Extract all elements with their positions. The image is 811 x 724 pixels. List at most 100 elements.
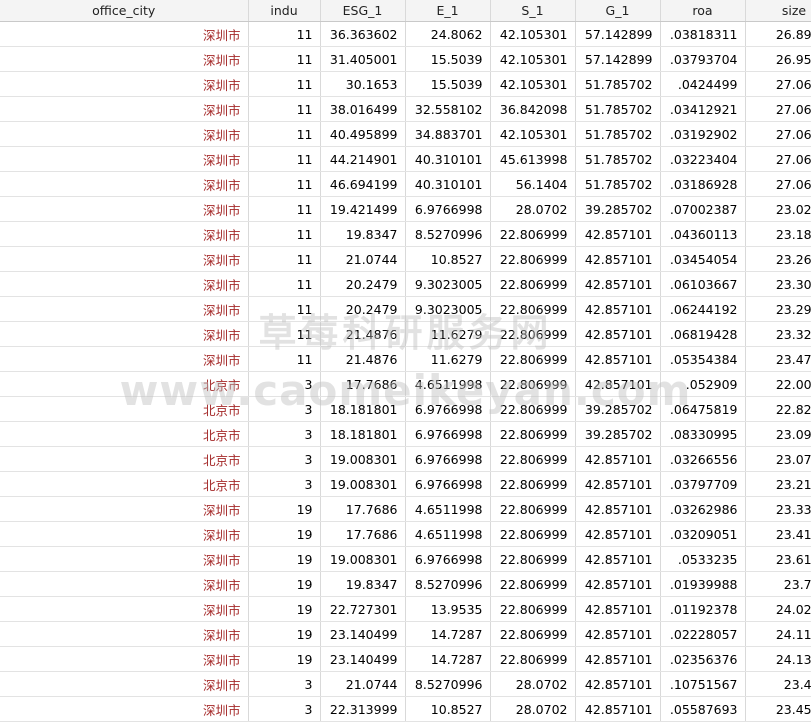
column-header-e-1[interactable]: E_1	[405, 0, 491, 22]
table-cell-e-1[interactable]: 6.9766998	[405, 546, 491, 572]
table-cell-size[interactable]: 23.02266	[745, 196, 811, 222]
table-cell-e-1[interactable]: 15.5039	[405, 46, 491, 72]
table-row[interactable]: 北京市 3 19.008301 6.9766998 22.806999 42.857101…	[0, 471, 811, 497]
table-cell-office-city[interactable]: 深圳市	[0, 121, 249, 147]
table-cell-s-1[interactable]: 28.0702	[490, 671, 576, 697]
table-cell-office-city[interactable]: 北京市	[0, 371, 249, 397]
table-cell-g-1[interactable]: 39.285702	[575, 396, 661, 422]
table-cell-office-city[interactable]: 深圳市	[0, 321, 249, 347]
table-cell-office-city[interactable]: 深圳市	[0, 521, 249, 547]
table-cell-e-1[interactable]: 10.8527	[405, 246, 491, 272]
table-cell-g-1[interactable]: 42.857101	[575, 621, 661, 647]
table-row[interactable]: 北京市 3 19.008301 6.9766998 22.806999 42.857101…	[0, 446, 811, 472]
table-cell-office-city[interactable]: 深圳市	[0, 646, 249, 672]
table-cell-esg-1[interactable]: 36.363602	[320, 21, 406, 47]
table-cell-indu[interactable]: 19	[248, 621, 321, 647]
table-cell-size[interactable]: 23.45009	[745, 696, 811, 722]
table-cell-e-1[interactable]: 9.3023005	[405, 296, 491, 322]
table-row[interactable]: 深圳市 19 23.140499 14.7287 22.806999 42.857101.…	[0, 646, 811, 672]
table-cell-roa[interactable]: .05354384	[660, 346, 746, 372]
table-row[interactable]: 深圳市 11 21.0744 10.8527 22.806999 42.857101.03…	[0, 246, 811, 272]
table-cell-office-city[interactable]: 深圳市	[0, 21, 249, 47]
table-cell-esg-1[interactable]: 19.8347	[320, 221, 406, 247]
table-cell-size[interactable]: 26.89539	[745, 21, 811, 47]
table-cell-g-1[interactable]: 42.857101	[575, 346, 661, 372]
table-cell-indu[interactable]: 19	[248, 646, 321, 672]
table-cell-office-city[interactable]: 深圳市	[0, 546, 249, 572]
table-cell-g-1[interactable]: 42.857101	[575, 271, 661, 297]
table-cell-roa[interactable]: .03266556	[660, 446, 746, 472]
table-cell-roa[interactable]: .03192902	[660, 121, 746, 147]
table-cell-g-1[interactable]: 57.142899	[575, 46, 661, 72]
table-cell-e-1[interactable]: 6.9766998	[405, 196, 491, 222]
table-cell-size[interactable]: 23.26514	[745, 246, 811, 272]
table-cell-e-1[interactable]: 24.8062	[405, 21, 491, 47]
table-cell-office-city[interactable]: 深圳市	[0, 696, 249, 722]
table-cell-g-1[interactable]: 51.785702	[575, 146, 661, 172]
table-cell-size[interactable]: 27.06384	[745, 121, 811, 147]
table-row[interactable]: 深圳市 11 21.4876 11.6279 22.806999 42.857101.06…	[0, 321, 811, 347]
table-cell-esg-1[interactable]: 19.008301	[320, 471, 406, 497]
table-cell-office-city[interactable]: 北京市	[0, 396, 249, 422]
table-cell-g-1[interactable]: 42.857101	[575, 246, 661, 272]
table-row[interactable]: 北京市 3 18.181801 6.9766998 22.806999 39.285702…	[0, 421, 811, 447]
table-cell-roa[interactable]: .052909	[660, 371, 746, 397]
table-row[interactable]: 深圳市 11 20.2479 9.3023005 22.806999 42.857101.…	[0, 296, 811, 322]
table-cell-office-city[interactable]: 北京市	[0, 421, 249, 447]
table-cell-size[interactable]: 22.00123	[745, 371, 811, 397]
table-cell-roa[interactable]: .03223404	[660, 146, 746, 172]
table-cell-g-1[interactable]: 42.857101	[575, 471, 661, 497]
table-cell-office-city[interactable]: 深圳市	[0, 196, 249, 222]
table-cell-roa[interactable]: .06244192	[660, 296, 746, 322]
table-cell-roa[interactable]: .10751567	[660, 671, 746, 697]
table-cell-roa[interactable]: .03793704	[660, 46, 746, 72]
table-row[interactable]: 深圳市 19 17.7686 4.6511998 22.806999 42.857101.…	[0, 496, 811, 522]
table-cell-e-1[interactable]: 40.310101	[405, 171, 491, 197]
table-row[interactable]: 深圳市 19 19.8347 8.5270996 22.806999 42.857101.…	[0, 571, 811, 597]
table-cell-office-city[interactable]: 深圳市	[0, 596, 249, 622]
table-cell-e-1[interactable]: 8.5270996	[405, 671, 491, 697]
table-cell-e-1[interactable]: 6.9766998	[405, 421, 491, 447]
table-cell-office-city[interactable]: 深圳市	[0, 146, 249, 172]
table-cell-indu[interactable]: 11	[248, 46, 321, 72]
table-cell-size[interactable]: 23.21187	[745, 471, 811, 497]
table-cell-office-city[interactable]: 深圳市	[0, 671, 249, 697]
table-cell-size[interactable]: 23.09148	[745, 421, 811, 447]
table-cell-size[interactable]: 23.47980	[745, 346, 811, 372]
table-cell-e-1[interactable]: 8.5270996	[405, 571, 491, 597]
table-cell-indu[interactable]: 3	[248, 446, 321, 472]
table-cell-e-1[interactable]: 4.6511998	[405, 521, 491, 547]
table-cell-s-1[interactable]: 22.806999	[490, 546, 576, 572]
table-cell-indu[interactable]: 11	[248, 221, 321, 247]
table-cell-e-1[interactable]: 11.6279	[405, 346, 491, 372]
table-cell-indu[interactable]: 11	[248, 246, 321, 272]
table-cell-roa[interactable]: .04360113	[660, 221, 746, 247]
table-cell-e-1[interactable]: 4.6511998	[405, 496, 491, 522]
table-cell-esg-1[interactable]: 21.0744	[320, 246, 406, 272]
table-cell-indu[interactable]: 19	[248, 571, 321, 597]
table-row[interactable]: 深圳市 3 22.313999 10.8527 28.0702 42.857101.055…	[0, 696, 811, 722]
table-cell-roa[interactable]: .02356376	[660, 646, 746, 672]
table-cell-size[interactable]: 23.29892	[745, 296, 811, 322]
data-grid[interactable]: office_city indu ESG_1 E_1 S_1 G_1 roa s…	[0, 0, 811, 722]
table-cell-roa[interactable]: .02228057	[660, 621, 746, 647]
table-cell-indu[interactable]: 3	[248, 671, 321, 697]
table-cell-s-1[interactable]: 22.806999	[490, 421, 576, 447]
table-cell-indu[interactable]: 11	[248, 171, 321, 197]
table-cell-g-1[interactable]: 51.785702	[575, 71, 661, 97]
table-cell-size[interactable]: 23.18739	[745, 221, 811, 247]
table-cell-g-1[interactable]: 42.857101	[575, 321, 661, 347]
table-cell-size[interactable]: 24.13143	[745, 646, 811, 672]
table-cell-indu[interactable]: 3	[248, 696, 321, 722]
table-cell-e-1[interactable]: 14.7287	[405, 646, 491, 672]
table-row[interactable]: 深圳市 19 19.008301 6.9766998 22.806999 42.85710…	[0, 546, 811, 572]
table-cell-esg-1[interactable]: 17.7686	[320, 371, 406, 397]
table-row[interactable]: 深圳市 11 36.363602 24.8062 42.105301 57.142899.…	[0, 21, 811, 47]
table-cell-size[interactable]: 26.95455	[745, 46, 811, 72]
table-cell-esg-1[interactable]: 23.140499	[320, 646, 406, 672]
table-cell-g-1[interactable]: 42.857101	[575, 446, 661, 472]
table-cell-e-1[interactable]: 6.9766998	[405, 471, 491, 497]
table-cell-size[interactable]: 23.41284	[745, 521, 811, 547]
column-header-s-1[interactable]: S_1	[490, 0, 576, 22]
table-cell-s-1[interactable]: 22.806999	[490, 571, 576, 597]
